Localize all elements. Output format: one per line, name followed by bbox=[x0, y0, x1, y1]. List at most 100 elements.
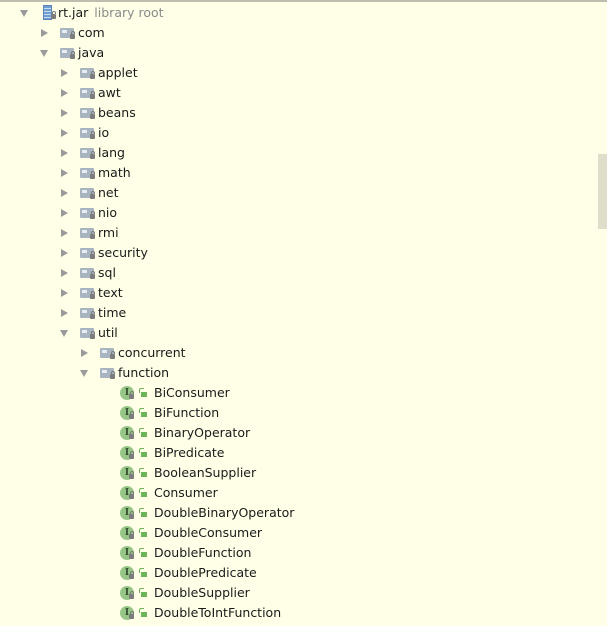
tree-node-label: java bbox=[78, 45, 105, 60]
lock-icon bbox=[70, 51, 75, 59]
tree-node-label: BiFunction bbox=[154, 405, 220, 420]
tree-node-function[interactable]: function bbox=[0, 363, 600, 383]
lock-icon bbox=[90, 331, 95, 339]
tree-node-label: DoubleConsumer bbox=[154, 525, 263, 540]
tree-node-interface[interactable]: I DoubleSupplier bbox=[0, 583, 600, 603]
tree-node-label: BooleanSupplier bbox=[154, 465, 257, 480]
tree-node-interface[interactable]: I DoubleBinaryOperator bbox=[0, 503, 600, 523]
tree-node-nio[interactable]: nio bbox=[0, 203, 600, 223]
public-access-icon bbox=[139, 588, 148, 597]
tree-node-interface[interactable]: I BooleanSupplier bbox=[0, 463, 600, 483]
public-access-icon bbox=[139, 408, 148, 417]
tree-node-interface[interactable]: I BiPredicate bbox=[0, 443, 600, 463]
tree-node-label: applet bbox=[98, 65, 138, 80]
lock-icon bbox=[129, 571, 134, 579]
lock-icon bbox=[129, 491, 134, 499]
lock-icon bbox=[90, 211, 95, 219]
lock-icon bbox=[129, 511, 134, 519]
top-border bbox=[0, 0, 607, 2]
expand-arrow-icon[interactable] bbox=[81, 349, 88, 357]
tree-node-java[interactable]: java bbox=[0, 43, 600, 63]
public-access-icon bbox=[139, 508, 148, 517]
tree-node-math[interactable]: math bbox=[0, 163, 600, 183]
collapse-arrow-icon[interactable] bbox=[40, 50, 48, 57]
tree-node-label: rmi bbox=[98, 225, 119, 240]
tree-node-applet[interactable]: applet bbox=[0, 63, 600, 83]
expand-arrow-icon[interactable] bbox=[61, 129, 68, 137]
expand-arrow-icon[interactable] bbox=[61, 69, 68, 77]
expand-arrow-icon[interactable] bbox=[61, 249, 68, 257]
expand-arrow-icon[interactable] bbox=[61, 309, 68, 317]
tree-node-label: BiConsumer bbox=[154, 385, 230, 400]
lock-icon bbox=[90, 151, 95, 159]
tree-node-label: function bbox=[118, 365, 170, 380]
tree-node-interface[interactable]: I Consumer bbox=[0, 483, 600, 503]
tree-node-interface[interactable]: I BiConsumer bbox=[0, 383, 600, 403]
collapse-arrow-icon[interactable] bbox=[60, 330, 68, 337]
lock-icon bbox=[90, 111, 95, 119]
lock-icon bbox=[129, 451, 134, 459]
tree-node-rt-jar[interactable]: rt.jar library root bbox=[0, 3, 600, 23]
tree-node-net[interactable]: net bbox=[0, 183, 600, 203]
lock-icon bbox=[129, 391, 134, 399]
tree-node-interface[interactable]: I DoubleFunction bbox=[0, 543, 600, 563]
expand-arrow-icon[interactable] bbox=[61, 229, 68, 237]
public-access-icon bbox=[139, 608, 148, 617]
tree-node-awt[interactable]: awt bbox=[0, 83, 600, 103]
lock-icon bbox=[90, 131, 95, 139]
tree-node-interface[interactable]: I BinaryOperator bbox=[0, 423, 600, 443]
expand-arrow-icon[interactable] bbox=[61, 269, 68, 277]
lock-icon bbox=[129, 551, 134, 559]
tree-node-time[interactable]: time bbox=[0, 303, 600, 323]
expand-arrow-icon[interactable] bbox=[61, 169, 68, 177]
expand-arrow-icon[interactable] bbox=[61, 209, 68, 217]
expand-arrow-icon[interactable] bbox=[41, 29, 48, 37]
expand-arrow-icon[interactable] bbox=[61, 109, 68, 117]
lock-icon bbox=[90, 171, 95, 179]
project-tree[interactable]: rt.jar library root com java applet awt bea… bbox=[0, 3, 600, 623]
tree-node-label: beans bbox=[98, 105, 136, 120]
tree-node-com[interactable]: com bbox=[0, 23, 600, 43]
tree-node-label: DoublePredicate bbox=[154, 565, 257, 580]
vertical-scrollbar-thumb[interactable] bbox=[598, 154, 607, 229]
public-access-icon bbox=[139, 388, 148, 397]
tree-node-interface[interactable]: I DoublePredicate bbox=[0, 563, 600, 583]
public-access-icon bbox=[139, 528, 148, 537]
tree-node-label: net bbox=[98, 185, 119, 200]
expand-arrow-icon[interactable] bbox=[61, 289, 68, 297]
lock-icon bbox=[129, 471, 134, 479]
tree-node-io[interactable]: io bbox=[0, 123, 600, 143]
expand-arrow-icon[interactable] bbox=[61, 89, 68, 97]
lock-icon bbox=[90, 251, 95, 259]
collapse-arrow-icon[interactable] bbox=[20, 10, 28, 17]
tree-node-util[interactable]: util bbox=[0, 323, 600, 343]
expand-arrow-icon[interactable] bbox=[61, 149, 68, 157]
tree-node-label: com bbox=[78, 25, 105, 40]
tree-node-interface[interactable]: I BiFunction bbox=[0, 403, 600, 423]
tree-node-label: rt.jar bbox=[58, 5, 89, 20]
tree-node-sql[interactable]: sql bbox=[0, 263, 600, 283]
public-access-icon bbox=[139, 548, 148, 557]
lock-icon bbox=[90, 91, 95, 99]
tree-node-beans[interactable]: beans bbox=[0, 103, 600, 123]
lock-icon bbox=[129, 431, 134, 439]
tree-node-label: nio bbox=[98, 205, 118, 220]
public-access-icon bbox=[139, 488, 148, 497]
tree-node-lang[interactable]: lang bbox=[0, 143, 600, 163]
expand-arrow-icon[interactable] bbox=[61, 189, 68, 197]
tree-node-concurrent[interactable]: concurrent bbox=[0, 343, 600, 363]
tree-node-label: text bbox=[98, 285, 123, 300]
lock-icon bbox=[70, 31, 75, 39]
tree-node-label: BiPredicate bbox=[154, 445, 225, 460]
lock-icon bbox=[90, 291, 95, 299]
tree-node-label: BinaryOperator bbox=[154, 425, 251, 440]
lock-icon bbox=[90, 271, 95, 279]
tree-node-interface[interactable]: I DoubleToIntFunction bbox=[0, 603, 600, 623]
tree-node-text[interactable]: text bbox=[0, 283, 600, 303]
tree-node-security[interactable]: security bbox=[0, 243, 600, 263]
tree-node-rmi[interactable]: rmi bbox=[0, 223, 600, 243]
tree-node-label: awt bbox=[98, 85, 121, 100]
lock-icon bbox=[90, 311, 95, 319]
collapse-arrow-icon[interactable] bbox=[80, 370, 88, 377]
tree-node-interface[interactable]: I DoubleConsumer bbox=[0, 523, 600, 543]
